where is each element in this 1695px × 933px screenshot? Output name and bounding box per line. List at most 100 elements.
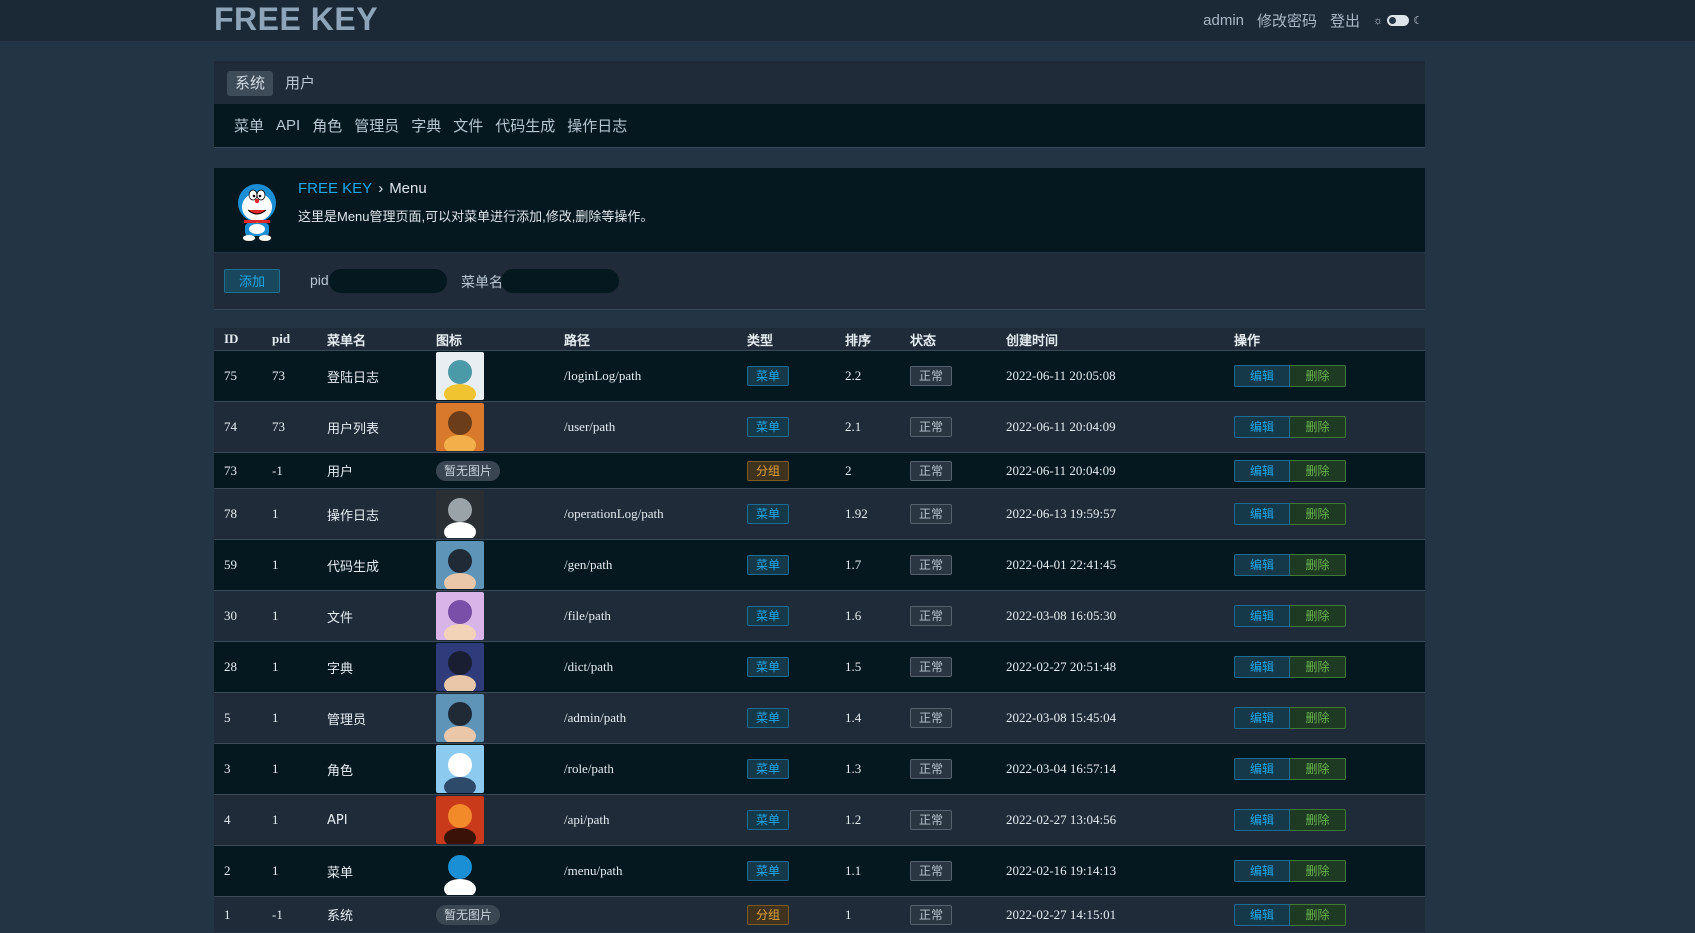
- cell-type: 菜单: [737, 488, 835, 540]
- type-tag: 菜单: [747, 657, 790, 677]
- cell-type: 菜单: [737, 539, 835, 591]
- delete-button[interactable]: 删除: [1290, 707, 1346, 729]
- subnav-item-admin[interactable]: 管理员: [354, 115, 399, 136]
- col-header-sort[interactable]: 排序: [835, 328, 900, 351]
- delete-button[interactable]: 删除: [1290, 416, 1346, 438]
- cell-status: 正常: [900, 896, 996, 932]
- col-header-pid[interactable]: pid: [262, 328, 317, 351]
- table-row[interactable]: 75 73 登陆日志 /loginLog/path 菜单 2.2 正常 2022…: [214, 350, 1425, 402]
- delete-button[interactable]: 删除: [1290, 365, 1346, 387]
- cell-status: 正常: [900, 845, 996, 897]
- edit-button[interactable]: 编辑: [1234, 758, 1290, 780]
- cell-actions: 编辑 删除: [1224, 743, 1425, 795]
- change-password-link[interactable]: 修改密码: [1257, 10, 1317, 31]
- anime-girl-image-icon: [436, 592, 484, 640]
- edit-button[interactable]: 编辑: [1234, 416, 1290, 438]
- cell-pid: 1: [262, 743, 317, 795]
- delete-button[interactable]: 删除: [1290, 656, 1346, 678]
- subnav-item-oplog[interactable]: 操作日志: [567, 115, 627, 136]
- edit-button[interactable]: 编辑: [1234, 809, 1290, 831]
- col-header-status[interactable]: 状态: [900, 328, 996, 351]
- col-header-type[interactable]: 类型: [737, 328, 835, 351]
- subnav-item-api[interactable]: API: [276, 117, 300, 134]
- table-row[interactable]: 1 -1 系统 暂无图片 分组 1 正常 2022-02-27 14:15:01…: [214, 896, 1425, 932]
- cell-pid: 1: [262, 539, 317, 591]
- table-row[interactable]: 73 -1 用户 暂无图片 分组 2 正常 2022-06-11 20:04:0…: [214, 452, 1425, 489]
- delete-button[interactable]: 删除: [1290, 903, 1346, 926]
- pid-input[interactable]: [329, 269, 447, 293]
- delete-button[interactable]: 删除: [1290, 758, 1346, 780]
- edit-button[interactable]: 编辑: [1234, 656, 1290, 678]
- delete-button[interactable]: 删除: [1290, 503, 1346, 525]
- edit-button[interactable]: 编辑: [1234, 860, 1290, 882]
- table-row[interactable]: 78 1 操作日志 /operationLog/path 菜单 1.92 正常 …: [214, 488, 1425, 540]
- tab-system[interactable]: 系统: [227, 71, 274, 96]
- delete-button[interactable]: 删除: [1290, 809, 1346, 831]
- table-row[interactable]: 59 1 代码生成 /gen/path 菜单 1.7 正常 2022-04-01…: [214, 539, 1425, 591]
- edit-button[interactable]: 编辑: [1234, 605, 1290, 627]
- edit-button[interactable]: 编辑: [1234, 554, 1290, 576]
- table-body: 75 73 登陆日志 /loginLog/path 菜单 2.2 正常 2022…: [214, 350, 1425, 932]
- theme-toggle[interactable]: ☼ ☾: [1373, 14, 1423, 28]
- cell-type: 菜单: [737, 845, 835, 897]
- col-header-id[interactable]: ID: [214, 328, 262, 351]
- cell-path: /admin/path: [554, 692, 737, 744]
- subnav-item-file[interactable]: 文件: [453, 115, 483, 136]
- edit-button[interactable]: 编辑: [1234, 459, 1290, 482]
- row-actions: 编辑 删除: [1234, 707, 1346, 729]
- delete-button[interactable]: 删除: [1290, 860, 1346, 882]
- cell-created: 2022-03-08 16:05:30: [996, 590, 1224, 642]
- edit-button[interactable]: 编辑: [1234, 503, 1290, 525]
- breadcrumb-home[interactable]: FREE KEY: [298, 180, 372, 197]
- edit-button[interactable]: 编辑: [1234, 903, 1290, 926]
- cell-pid: 1: [262, 692, 317, 744]
- table-row[interactable]: 30 1 文件 /file/path 菜单 1.6 正常 2022-03-08 …: [214, 590, 1425, 642]
- table-row[interactable]: 5 1 管理员 /admin/path 菜单 1.4 正常 2022-03-08…: [214, 692, 1425, 744]
- delete-button[interactable]: 删除: [1290, 554, 1346, 576]
- status-tag: 正常: [910, 366, 953, 386]
- col-header-path[interactable]: 路径: [554, 328, 737, 351]
- table-row[interactable]: 2 1 菜单 /menu/path 菜单 1.1 正常 2022-02-16 1…: [214, 845, 1425, 897]
- col-header-name[interactable]: 菜单名: [317, 328, 426, 351]
- edit-button[interactable]: 编辑: [1234, 365, 1290, 387]
- cell-created: 2022-02-27 13:04:56: [996, 794, 1224, 846]
- delete-button[interactable]: 删除: [1290, 459, 1346, 482]
- cell-actions: 编辑 删除: [1224, 452, 1425, 489]
- cell-type: 菜单: [737, 743, 835, 795]
- delete-button[interactable]: 删除: [1290, 605, 1346, 627]
- subnav-item-dict[interactable]: 字典: [411, 115, 441, 136]
- tab-user[interactable]: 用户: [277, 71, 323, 96]
- cell-status: 正常: [900, 488, 996, 540]
- cell-name: 菜单: [317, 845, 426, 897]
- cell-name: 用户: [317, 452, 426, 489]
- col-header-icon[interactable]: 图标: [426, 328, 554, 351]
- cell-name: 操作日志: [317, 488, 426, 540]
- cell-name: 代码生成: [317, 539, 426, 591]
- app-logo[interactable]: FREE KEY: [214, 0, 378, 41]
- toggle-switch[interactable]: [1387, 15, 1410, 26]
- cell-actions: 编辑 删除: [1224, 488, 1425, 540]
- cell-icon: [426, 350, 554, 402]
- col-header-actions: 操作: [1224, 328, 1425, 351]
- row-actions: 编辑 删除: [1234, 554, 1346, 576]
- username-link[interactable]: admin: [1203, 12, 1244, 29]
- table-row[interactable]: 4 1 API /api/path 菜单 1.2 正常 2022-02-27 1…: [214, 794, 1425, 846]
- type-tag: 菜单: [747, 417, 790, 437]
- subnav-item-menu[interactable]: 菜单: [234, 115, 264, 136]
- cell-icon: [426, 794, 554, 846]
- type-tag: 菜单: [747, 606, 790, 626]
- logout-link[interactable]: 登出: [1330, 10, 1360, 31]
- subnav-item-codegen[interactable]: 代码生成: [495, 115, 555, 136]
- table-row[interactable]: 3 1 角色 /role/path 菜单 1.3 正常 2022-03-04 1…: [214, 743, 1425, 795]
- edit-button[interactable]: 编辑: [1234, 707, 1290, 729]
- cell-actions: 编辑 删除: [1224, 896, 1425, 932]
- menu-name-input[interactable]: [501, 269, 619, 293]
- add-button[interactable]: 添加: [224, 269, 280, 293]
- status-tag: 正常: [910, 810, 953, 830]
- cell-sort: 2.2: [835, 350, 900, 402]
- col-header-created[interactable]: 创建时间: [996, 328, 1224, 351]
- table-row[interactable]: 74 73 用户列表 /user/path 菜单 2.1 正常 2022-06-…: [214, 401, 1425, 453]
- row-actions: 编辑 删除: [1234, 605, 1346, 627]
- table-row[interactable]: 28 1 字典 /dict/path 菜单 1.5 正常 2022-02-27 …: [214, 641, 1425, 693]
- subnav-item-role[interactable]: 角色: [312, 115, 342, 136]
